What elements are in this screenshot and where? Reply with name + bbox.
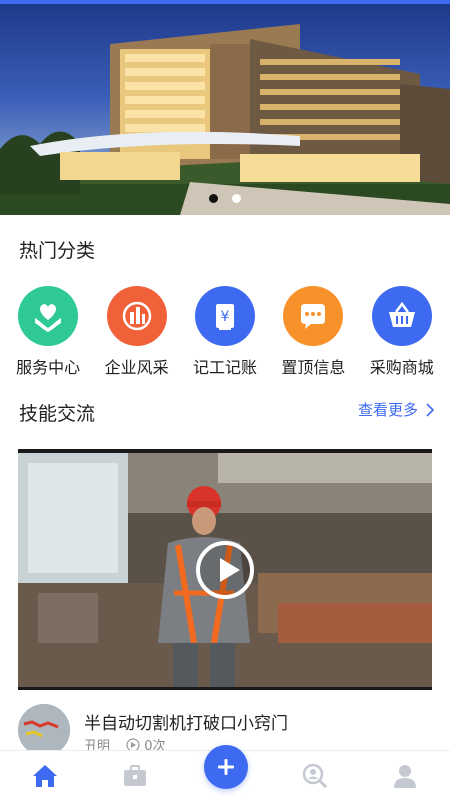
article-title: 半自动切割机打破口小窍门 xyxy=(84,714,288,734)
profile-icon xyxy=(394,764,416,788)
category-shop[interactable]: 采购商城 xyxy=(359,286,445,378)
banner-dot[interactable] xyxy=(209,194,218,203)
category-pinned-info[interactable]: 置顶信息 xyxy=(270,286,356,378)
banner-image xyxy=(0,24,450,215)
building-icon xyxy=(106,286,167,346)
category-enterprise[interactable]: 企业风采 xyxy=(94,286,180,378)
article-thumbnail xyxy=(18,704,70,756)
banner-pagination xyxy=(0,194,450,203)
chevron-right-icon xyxy=(426,402,434,417)
view-more-link[interactable]: 查看更多 xyxy=(358,399,434,420)
category-work-ledger[interactable]: ¥ 记工记账 xyxy=(182,286,268,378)
ledger-icon: ¥ xyxy=(194,286,255,346)
video-player[interactable] xyxy=(18,449,432,690)
heart-hands-icon xyxy=(18,286,79,346)
add-button[interactable] xyxy=(204,745,248,789)
briefcase-icon xyxy=(124,764,146,786)
basket-icon xyxy=(371,286,432,346)
article-item[interactable]: 半自动切割机打破口小窍门 丑明 0次 xyxy=(18,700,438,756)
hot-categories-title: 热门分类 xyxy=(19,240,96,262)
category-label: 置顶信息 xyxy=(281,358,346,377)
skills-section-title: 技能交流 xyxy=(19,403,96,425)
play-button-icon[interactable] xyxy=(196,541,254,599)
svg-text:¥: ¥ xyxy=(221,309,230,325)
category-service-center[interactable]: 服务中心 xyxy=(5,286,91,378)
tab-home[interactable] xyxy=(20,751,70,800)
category-grid: 服务中心 企业风采 ¥ 记工记账 置顶信息 采购商城 xyxy=(0,286,450,378)
tab-profile[interactable] xyxy=(380,751,430,800)
home-icon xyxy=(33,764,57,787)
add-icon xyxy=(218,759,234,775)
category-label: 采购商城 xyxy=(369,358,434,377)
category-label: 企业风采 xyxy=(104,358,169,377)
banner-carousel[interactable] xyxy=(0,4,450,215)
chat-bubble-icon xyxy=(283,286,344,346)
category-label: 服务中心 xyxy=(16,358,81,377)
tab-jobs[interactable] xyxy=(110,751,160,800)
view-more-label: 查看更多 xyxy=(357,401,418,419)
banner-dot-active[interactable] xyxy=(232,194,241,203)
category-label: 记工记账 xyxy=(192,358,257,377)
tab-search[interactable] xyxy=(290,751,340,800)
search-user-icon xyxy=(302,763,328,788)
